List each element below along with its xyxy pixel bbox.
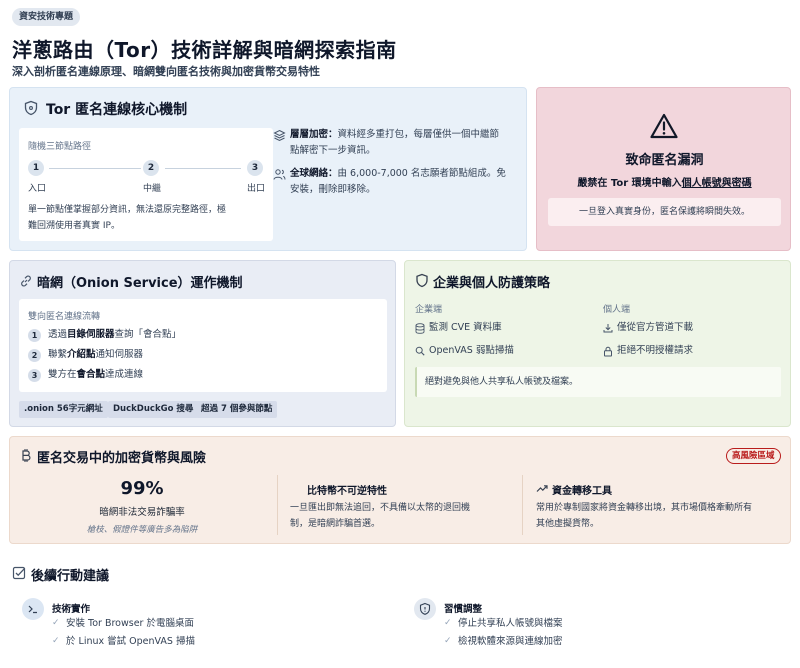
database-icon	[415, 323, 425, 334]
layers-icon	[273, 129, 286, 142]
warning-note: 一旦登入真實身份，匿名保護將瞬間失效。	[548, 198, 781, 226]
warning-icon	[650, 113, 678, 139]
step-2-text: 聯繫介紹點通知伺服器	[48, 349, 144, 360]
warning-card: 致命匿名漏洞 嚴禁在 Tor 環境中輸入個人帳號與密碼 一旦登入真實身份，匿名保…	[536, 87, 791, 251]
middle-node: 2	[143, 160, 159, 176]
check-icon: ✓	[444, 636, 452, 646]
personal-item-authorization: 拒絕不明授權請求	[617, 345, 694, 356]
path-line-1	[49, 168, 141, 169]
check-icon: ✓	[52, 618, 60, 628]
onion-service-card: 暗網（Onion Service）運作機制 雙向匿名連線流轉 1 透過目錄伺服器…	[9, 260, 396, 427]
feature-encryption-text: 資料經多重打包，每層僅供一個中繼節	[337, 129, 500, 140]
warning-line-emphasis: 個人帳號與密碼	[681, 178, 752, 189]
scam-rate-label: 暗網非法交易詐騙率	[99, 507, 185, 518]
step-2-number: 2	[28, 349, 41, 362]
flow-label: 雙向匿名連線流轉	[28, 312, 101, 322]
warning-line-prefix: 嚴禁在 Tor 環境中輸入	[577, 178, 682, 189]
enterprise-item-cve: 監測 CVE 資料庫	[429, 322, 502, 333]
risk-badge: 高風險區域	[726, 448, 781, 464]
check-icon: ✓	[444, 618, 452, 628]
action-group-habit-title: 習慣調整	[444, 604, 483, 615]
tag-nodes: 超過 7 個參與節點	[196, 401, 278, 418]
feature-network-line-2: 安裝，刪除即移除。	[290, 184, 376, 195]
tor-core-card: Tor 匿名連線核心機制 隨機三節點路徑 1 入口 2 中繼 3 出口 單一節點…	[9, 87, 527, 251]
tag-onion-address: .onion 56字元網址	[19, 401, 108, 418]
scam-rate-note: 槍枝、假證件等廣告多為陷阱	[86, 525, 198, 535]
warning-line: 嚴禁在 Tor 環境中輸入個人帳號與密碼	[537, 174, 792, 189]
shield-icon	[416, 273, 428, 288]
enterprise-label: 企業端	[415, 305, 443, 315]
personal-item-download: 僅從官方管道下載	[617, 322, 694, 333]
action-item-openvas-linux: 於 Linux 嘗試 OpenVAS 掃描	[66, 636, 195, 647]
topic-badge: 資安技術專題	[12, 8, 81, 26]
path-box: 隨機三節點路徑 1 入口 2 中繼 3 出口 單一節點僅掌握部分資訊，無法還原完…	[19, 128, 273, 241]
feature-network-text: 由 6,000-7,000 名志願者節點組成。免	[337, 168, 506, 179]
terminal-icon	[22, 598, 44, 620]
entry-node: 1	[28, 160, 44, 176]
action-item-check-sources: 檢視軟體來源與連線加密	[458, 636, 563, 647]
lock-icon	[604, 346, 612, 357]
check-icon: ✓	[52, 636, 60, 646]
step-1-number: 1	[28, 329, 41, 342]
personal-label: 個人端	[603, 305, 631, 315]
middle-node-label: 中繼	[143, 184, 162, 194]
feature-encryption-line-2: 點解密下一步資訊。	[290, 145, 376, 156]
step-3-text: 雙方在會合點達成連線	[48, 369, 144, 380]
onion-title: 暗網（Onion Service）運作機制	[37, 276, 243, 291]
flow-box: 雙向匿名連線流轉 1 透過目錄伺服器查詢「會合點」 2 聯繫介紹點通知伺服器 3…	[19, 299, 387, 392]
actions-title: 後續行動建議	[31, 569, 110, 584]
feature-encryption-line-1: 層層加密：資料經多重打包，每層僅供一個中繼節	[290, 127, 499, 143]
link-icon	[21, 275, 31, 287]
warning-title: 致命匿名漏洞	[625, 153, 704, 168]
feature-network-title: 全球網絡：	[290, 168, 338, 179]
crypto-card: 匿名交易中的加密貨幣與風險 高風險區域 99% 暗網非法交易詐騙率 槍枝、假證件…	[9, 436, 791, 544]
crypto-divider-1	[277, 475, 278, 535]
fund-transfer-title: 資金轉移工具	[552, 486, 612, 497]
tag-duckduckgo: DuckDuckGo 搜尋	[108, 401, 199, 418]
page-title: 洋蔥路由（Tor）技術詳解與暗網探索指南	[12, 38, 397, 62]
bitcoin-icon	[22, 449, 31, 462]
shield-icon	[24, 100, 38, 116]
search-icon	[415, 346, 425, 356]
page-subtitle: 深入剖析匿名連線原理、暗網雙向匿名技術與加密貨幣交易特性	[12, 65, 320, 78]
path-note-line-2: 難回溯使用者真實 IP。	[28, 221, 120, 231]
enterprise-item-openvas: OpenVAS 弱點掃描	[429, 345, 514, 356]
bitcoin-irreversible-line-2: 制，是暗網詐騙首選。	[290, 519, 381, 529]
bitcoin-irreversible-title: 比特幣不可逆特性	[307, 486, 387, 497]
crypto-title: 匿名交易中的加密貨幣與風險	[37, 451, 207, 466]
feature-network-line-1: 全球網絡：由 6,000-7,000 名志願者節點組成。免	[290, 166, 506, 182]
trending-up-icon	[536, 485, 548, 492]
fund-transfer-line-1: 常用於專制國家將資金轉移出境，其市場價格牽動所有	[536, 503, 753, 513]
feature-encryption-title: 層層加密：	[290, 129, 338, 140]
action-group-tech-title: 技術實作	[52, 604, 91, 615]
download-icon	[603, 324, 613, 333]
defense-note: 絕對避免與他人共享私人帳號及檔案。	[415, 367, 781, 397]
action-item-install-tor: 安裝 Tor Browser 於電腦桌面	[66, 618, 194, 629]
users-icon	[273, 169, 286, 180]
defense-title: 企業與個人防護策略	[433, 276, 551, 291]
exit-node: 3	[247, 160, 263, 176]
path-line-2	[165, 168, 241, 169]
shield-icon	[414, 598, 436, 620]
step-1-text: 透過目錄伺服器查詢「會合點」	[48, 329, 182, 340]
exit-node-label: 出口	[247, 184, 266, 194]
step-3-number: 3	[28, 369, 41, 382]
scam-rate-value: 99%	[120, 478, 164, 499]
tor-core-title: Tor 匿名連線核心機制	[46, 102, 188, 118]
action-item-stop-sharing: 停止共享私人帳號與檔案	[458, 618, 563, 629]
entry-node-label: 入口	[28, 184, 47, 194]
path-note-line-1: 單一節點僅掌握部分資訊，無法還原完整路徑，極	[28, 205, 227, 215]
bitcoin-irreversible-line-1: 一旦匯出即無法追回，不具備以太幣的退回機	[290, 503, 471, 513]
checkbox-icon	[12, 566, 26, 580]
defense-card: 企業與個人防護策略 企業端 監測 CVE 資料庫 OpenVAS 弱點掃描 個人…	[404, 260, 791, 427]
fund-transfer-line-2: 其他虛擬貨幣。	[536, 519, 600, 529]
path-label: 隨機三節點路徑	[28, 142, 92, 152]
crypto-divider-2	[522, 475, 523, 535]
